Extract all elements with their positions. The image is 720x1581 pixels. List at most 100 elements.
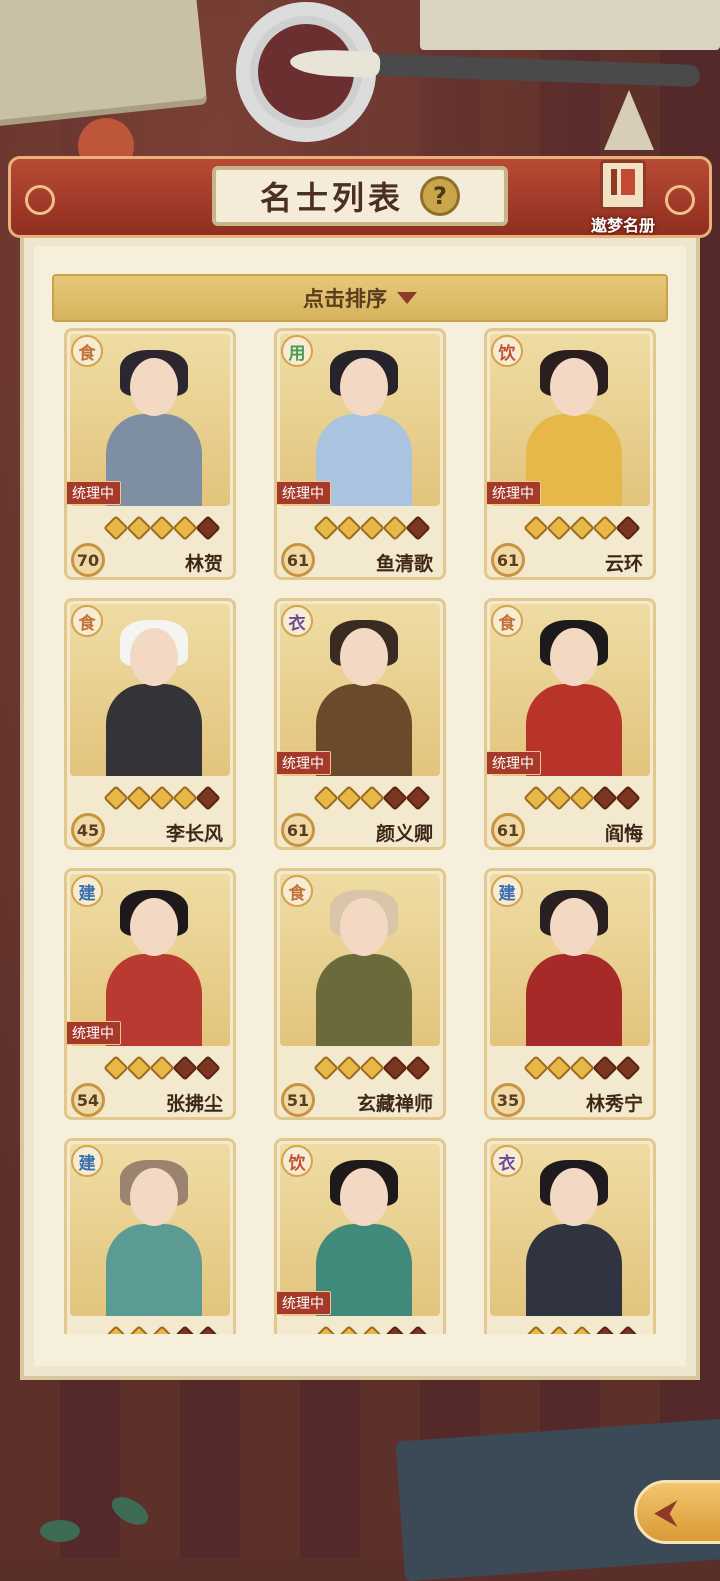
celebrity-card[interactable]: 衣统理中 61 颜义卿 — [274, 598, 446, 850]
star-filled-icon — [149, 1055, 175, 1081]
star-empty-icon — [195, 515, 221, 541]
figure-face — [550, 1168, 598, 1226]
decor-paper — [420, 0, 720, 50]
star-filled-icon — [546, 1055, 572, 1081]
character-figure — [526, 1160, 622, 1316]
star-filled-icon — [569, 1325, 595, 1334]
star-filled-icon — [126, 1325, 152, 1334]
celebrity-card[interactable]: 建 35 林秀宁 — [484, 868, 656, 1120]
figure-face — [130, 628, 178, 686]
celebrity-card[interactable]: 饮统理中 — [274, 1138, 446, 1334]
star-filled-icon — [359, 785, 385, 811]
celebrity-name: 颜义卿 — [375, 823, 433, 845]
star-empty-icon — [405, 785, 431, 811]
star-empty-icon — [195, 1325, 221, 1334]
star-filled-icon — [592, 515, 618, 541]
celebrity-grid: 食统理中 70 林贺用统理中 61 鱼清歌饮统理中 61 云环食 45 李长风衣统理中 61 颜义卿… — [64, 328, 656, 1334]
figure-face — [550, 628, 598, 686]
celebrity-card[interactable]: 食 45 李长风 — [64, 598, 236, 850]
celebrity-name: 阎悔 — [604, 823, 643, 845]
sort-button[interactable]: 点击排序 — [52, 274, 668, 322]
category-badge: 食 — [491, 605, 523, 637]
category-badge: 用 — [281, 335, 313, 367]
level-badge: 51 — [281, 1083, 315, 1117]
star-rating — [103, 785, 221, 811]
level-badge: 61 — [281, 543, 315, 577]
star-empty-icon — [615, 1325, 641, 1334]
star-filled-icon — [569, 785, 595, 811]
star-rating — [103, 1055, 221, 1081]
celebrity-card[interactable]: 食统理中 61 阎悔 — [484, 598, 656, 850]
figure-face — [340, 1168, 388, 1226]
star-filled-icon — [103, 1325, 129, 1334]
character-figure — [106, 1160, 202, 1316]
figure-robe — [526, 954, 622, 1046]
sort-label: 点击排序 — [303, 287, 387, 311]
celebrity-name: 林秀宁 — [585, 1093, 643, 1115]
celebrity-card[interactable]: 用统理中 61 鱼清歌 — [274, 328, 446, 580]
category-badge: 建 — [71, 1145, 103, 1177]
star-rating — [313, 1055, 431, 1081]
celebrity-card[interactable]: 建统理中 54 张拂尘 — [64, 868, 236, 1120]
star-filled-icon — [359, 1325, 385, 1334]
figure-robe — [106, 1224, 202, 1316]
star-empty-icon — [592, 1325, 618, 1334]
status-badge: 统理中 — [277, 481, 331, 505]
status-badge: 统理中 — [487, 751, 541, 775]
star-filled-icon — [103, 785, 129, 811]
star-filled-icon — [359, 1055, 385, 1081]
level-badge: 61 — [281, 813, 315, 847]
status-badge: 统理中 — [277, 1291, 331, 1315]
celebrity-card[interactable]: 饮统理中 61 云环 — [484, 328, 656, 580]
star-filled-icon — [336, 1055, 362, 1081]
star-filled-icon — [313, 1325, 339, 1334]
triangle-down-icon — [397, 292, 417, 304]
figure-robe — [526, 1224, 622, 1316]
star-filled-icon — [546, 785, 572, 811]
category-badge: 食 — [281, 875, 313, 907]
book-icon — [600, 160, 646, 210]
help-icon[interactable]: ? — [420, 176, 460, 216]
star-filled-icon — [336, 1325, 362, 1334]
star-empty-icon — [615, 1055, 641, 1081]
decor-leaf — [40, 1520, 80, 1542]
celebrity-card[interactable]: 建 — [64, 1138, 236, 1334]
category-badge: 食 — [71, 605, 103, 637]
star-empty-icon — [172, 1055, 198, 1081]
star-filled-icon — [546, 515, 572, 541]
star-filled-icon — [149, 515, 175, 541]
star-rating — [523, 1055, 641, 1081]
star-filled-icon — [149, 1325, 175, 1334]
celebrity-card[interactable]: 食 51 玄藏禅师 — [274, 868, 446, 1120]
star-filled-icon — [336, 515, 362, 541]
status-badge: 统理中 — [277, 751, 331, 775]
star-filled-icon — [523, 515, 549, 541]
star-empty-icon — [172, 1325, 198, 1334]
category-badge: 衣 — [491, 1145, 523, 1177]
dream-register-label: 遨梦名册 — [590, 216, 655, 235]
star-empty-icon — [405, 515, 431, 541]
star-filled-icon — [313, 515, 339, 541]
celebrity-name: 李长风 — [165, 823, 223, 845]
celebrity-name: 云环 — [604, 553, 643, 575]
star-rating — [313, 1325, 431, 1334]
figure-face — [130, 1168, 178, 1226]
celebrity-card[interactable]: 衣 — [484, 1138, 656, 1334]
dream-register-button[interactable]: 遨梦名册 — [578, 160, 668, 236]
figure-face — [340, 358, 388, 416]
star-filled-icon — [103, 515, 129, 541]
star-filled-icon — [149, 785, 175, 811]
celebrity-name: 林贺 — [184, 553, 223, 575]
return-button[interactable]: ⮜ — [634, 1480, 720, 1544]
star-filled-icon — [336, 785, 362, 811]
star-filled-icon — [523, 1325, 549, 1334]
star-empty-icon — [592, 1055, 618, 1081]
star-empty-icon — [592, 785, 618, 811]
category-badge: 建 — [491, 875, 523, 907]
celebrity-name: 鱼清歌 — [375, 553, 433, 575]
star-empty-icon — [195, 1055, 221, 1081]
celebrity-card[interactable]: 食统理中 70 林贺 — [64, 328, 236, 580]
star-empty-icon — [382, 785, 408, 811]
category-badge: 建 — [71, 875, 103, 907]
star-empty-icon — [615, 515, 641, 541]
